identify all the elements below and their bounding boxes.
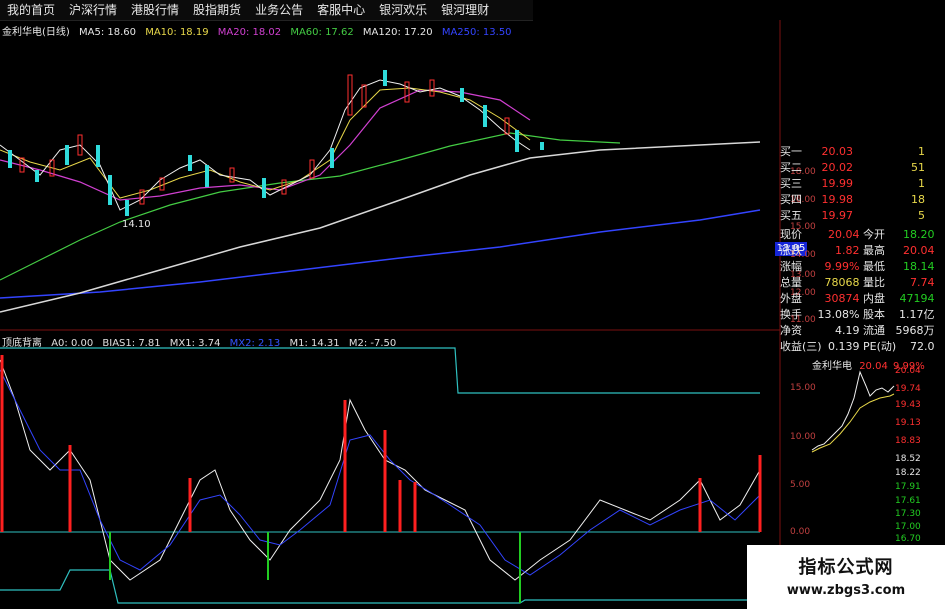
stat-value: 18.14 <box>903 260 935 273</box>
indicator-param: M2: -7.50 <box>348 338 397 349</box>
stat-label: 最高 <box>863 244 885 257</box>
stat-value: 20.04 <box>828 228 860 241</box>
stat-value: 7.74 <box>910 276 935 289</box>
stat-value: 20.04 <box>903 244 935 257</box>
mini-axis-label: 16.70 <box>895 534 921 544</box>
indicator-param: M1: 14.31 <box>289 338 340 349</box>
stat-row: 净资 4.19 流通 5968万 <box>780 322 935 338</box>
mini-axis-label: 17.61 <box>895 496 921 506</box>
indicator-param: A0: 0.00 <box>51 338 94 349</box>
stat-row: 换手 13.08% 股本 1.17亿 <box>780 306 935 322</box>
stat-value: 18.20 <box>903 228 935 241</box>
stat-row: 涨幅 9.99% 最低 18.14 <box>780 258 935 274</box>
stat-label: 今开 <box>863 228 885 241</box>
stat-label: 最低 <box>863 260 885 273</box>
stat-label: 涨幅 <box>780 260 802 273</box>
indicator-param: MX2: 2.13 <box>229 338 281 349</box>
mini-axis-label: 20.04 <box>895 366 921 376</box>
stat-value: 4.19 <box>835 324 860 337</box>
stat-label: 涨跌 <box>780 244 802 257</box>
bid-label: 买二 <box>780 161 802 174</box>
mini-axis-label: 19.74 <box>895 384 921 394</box>
stat-row: 总量 78068 量比 7.74 <box>780 274 935 290</box>
bid-row: 买三 19.99 1 <box>780 175 925 191</box>
bid-volume: 18 <box>911 193 925 206</box>
mini-axis-label: 19.43 <box>895 400 921 410</box>
mini-intraday-chart[interactable] <box>810 368 895 538</box>
bid-row: 买四 19.98 18 <box>780 191 925 207</box>
mini-axis-label: 18.83 <box>895 436 921 446</box>
mini-axis-label: 18.52 <box>895 454 921 464</box>
indicator-axis-label: 5.00 <box>790 480 811 490</box>
bid-label: 买五 <box>780 209 802 222</box>
masked-area <box>333 283 613 323</box>
stat-value: 13.08% <box>817 308 860 321</box>
watermark-title: 指标公式网 <box>798 557 894 578</box>
bid-volume: 1 <box>918 177 925 190</box>
stat-label: 流通 <box>863 324 885 337</box>
stat-value: 72.0 <box>910 340 935 353</box>
bid-row: 买五 19.97 5 <box>780 207 925 223</box>
stat-row: 涨跌 1.82 最高 20.04 <box>780 242 935 258</box>
stat-value: 1.17亿 <box>899 308 935 321</box>
bid-row: 买二 20.02 51 <box>780 159 925 175</box>
bid-row: 买一 20.03 1 <box>780 143 925 159</box>
stat-row: 外盘 30874 内盘 47194 <box>780 290 935 306</box>
mini-axis-label: 19.13 <box>895 418 921 428</box>
indicator-param: MX1: 3.74 <box>169 338 221 349</box>
quote-panel: 买一 20.03 1 买二 20.02 51 买三 19.99 1 买四 19.… <box>780 140 945 353</box>
bid-label: 买一 <box>780 145 802 158</box>
mini-axis-label: 17.30 <box>895 509 921 519</box>
stat-label: 净资 <box>780 324 802 337</box>
stat-label: 外盘 <box>780 292 802 305</box>
bid-volume: 5 <box>918 209 925 222</box>
stat-label: PE(动) <box>863 340 897 353</box>
indicator-param: BIAS1: 7.81 <box>102 338 161 349</box>
watermark-badge: 指标公式网 www.zbgs3.com <box>747 545 945 609</box>
stat-value: 30874 <box>824 292 860 305</box>
min-price-label: 14.10 <box>122 219 151 230</box>
indicator-name: 顶底背离 <box>2 338 42 349</box>
stat-label: 内盘 <box>863 292 885 305</box>
stat-label: 股本 <box>863 308 885 321</box>
stat-value: 5968万 <box>895 324 935 337</box>
mini-axis-label: 17.91 <box>895 482 921 492</box>
stat-label: 现价 <box>780 228 802 241</box>
bid-label: 买三 <box>780 177 802 190</box>
indicator-axis-label: 0.00 <box>790 527 811 537</box>
stat-value: 47194 <box>899 292 935 305</box>
stat-label: 收益(三) <box>780 340 822 353</box>
mini-axis-label: 18.22 <box>895 468 921 478</box>
indicator-legend: 顶底背离 A0: 0.00 BIAS1: 7.81 MX1: 3.74 MX2:… <box>2 334 402 349</box>
stat-value: 1.82 <box>835 244 860 257</box>
mini-axis-label: 17.00 <box>895 522 921 532</box>
bid-volume: 51 <box>911 161 925 174</box>
bid-label: 买四 <box>780 193 802 206</box>
stat-label: 总量 <box>780 276 802 289</box>
stat-row: 收益(三) 0.139 PE(动) 72.0 <box>780 338 935 354</box>
stat-row: 现价 20.04 今开 18.20 <box>780 226 935 242</box>
stat-value: 78068 <box>824 276 860 289</box>
bid-price: 19.97 <box>821 209 854 222</box>
bid-volume: 1 <box>918 145 925 158</box>
bid-price: 20.03 <box>821 145 854 158</box>
stat-label: 量比 <box>863 276 885 289</box>
bid-price: 19.98 <box>821 193 854 206</box>
watermark-url: www.zbgs3.com <box>786 583 906 598</box>
bid-price: 20.02 <box>821 161 854 174</box>
stat-label: 换手 <box>780 308 802 321</box>
stat-value: 9.99% <box>824 260 860 273</box>
bid-price: 19.99 <box>821 177 854 190</box>
stat-value: 0.139 <box>828 340 860 353</box>
